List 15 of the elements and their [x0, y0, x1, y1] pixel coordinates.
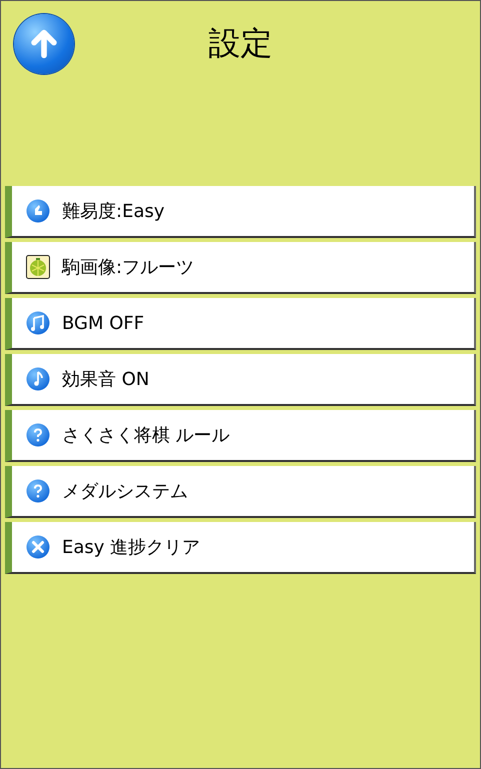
music-note-icon — [26, 367, 50, 391]
melon-icon — [26, 255, 50, 279]
page-title: 設定 — [208, 22, 272, 64]
menu-item[interactable]: 難易度:Easy — [5, 186, 476, 238]
help-icon — [26, 479, 50, 503]
close-icon — [26, 535, 50, 559]
menu-item[interactable]: メダルシステム — [5, 466, 476, 518]
up-button[interactable] — [14, 14, 74, 74]
menu-item[interactable]: Easy 進捗クリア — [5, 522, 476, 574]
help-icon — [26, 423, 50, 447]
menu-item[interactable]: BGM OFF — [5, 298, 476, 350]
menu-item[interactable]: 駒画像:フルーツ — [5, 242, 476, 294]
music-notes-icon — [26, 311, 50, 335]
menu-item[interactable]: 効果音 ON — [5, 354, 476, 406]
menu-item[interactable]: さくさく将棋 ルール — [5, 410, 476, 462]
